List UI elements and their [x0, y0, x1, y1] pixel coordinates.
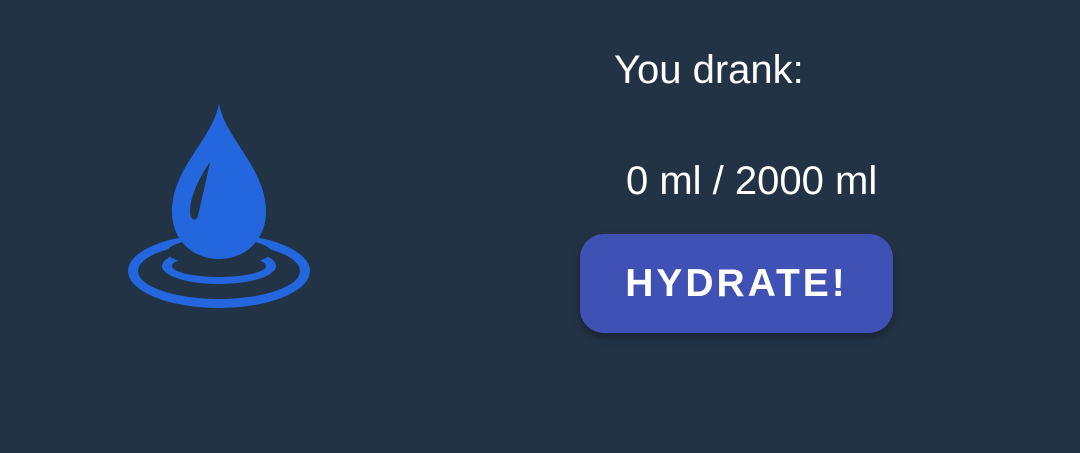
water-amount-readout: 0 ml / 2000 ml: [626, 159, 878, 203]
water-drop-icon: [126, 104, 312, 309]
you-drank-label: You drank:: [614, 48, 804, 92]
hydrate-button[interactable]: HYDRATE!: [580, 234, 893, 333]
